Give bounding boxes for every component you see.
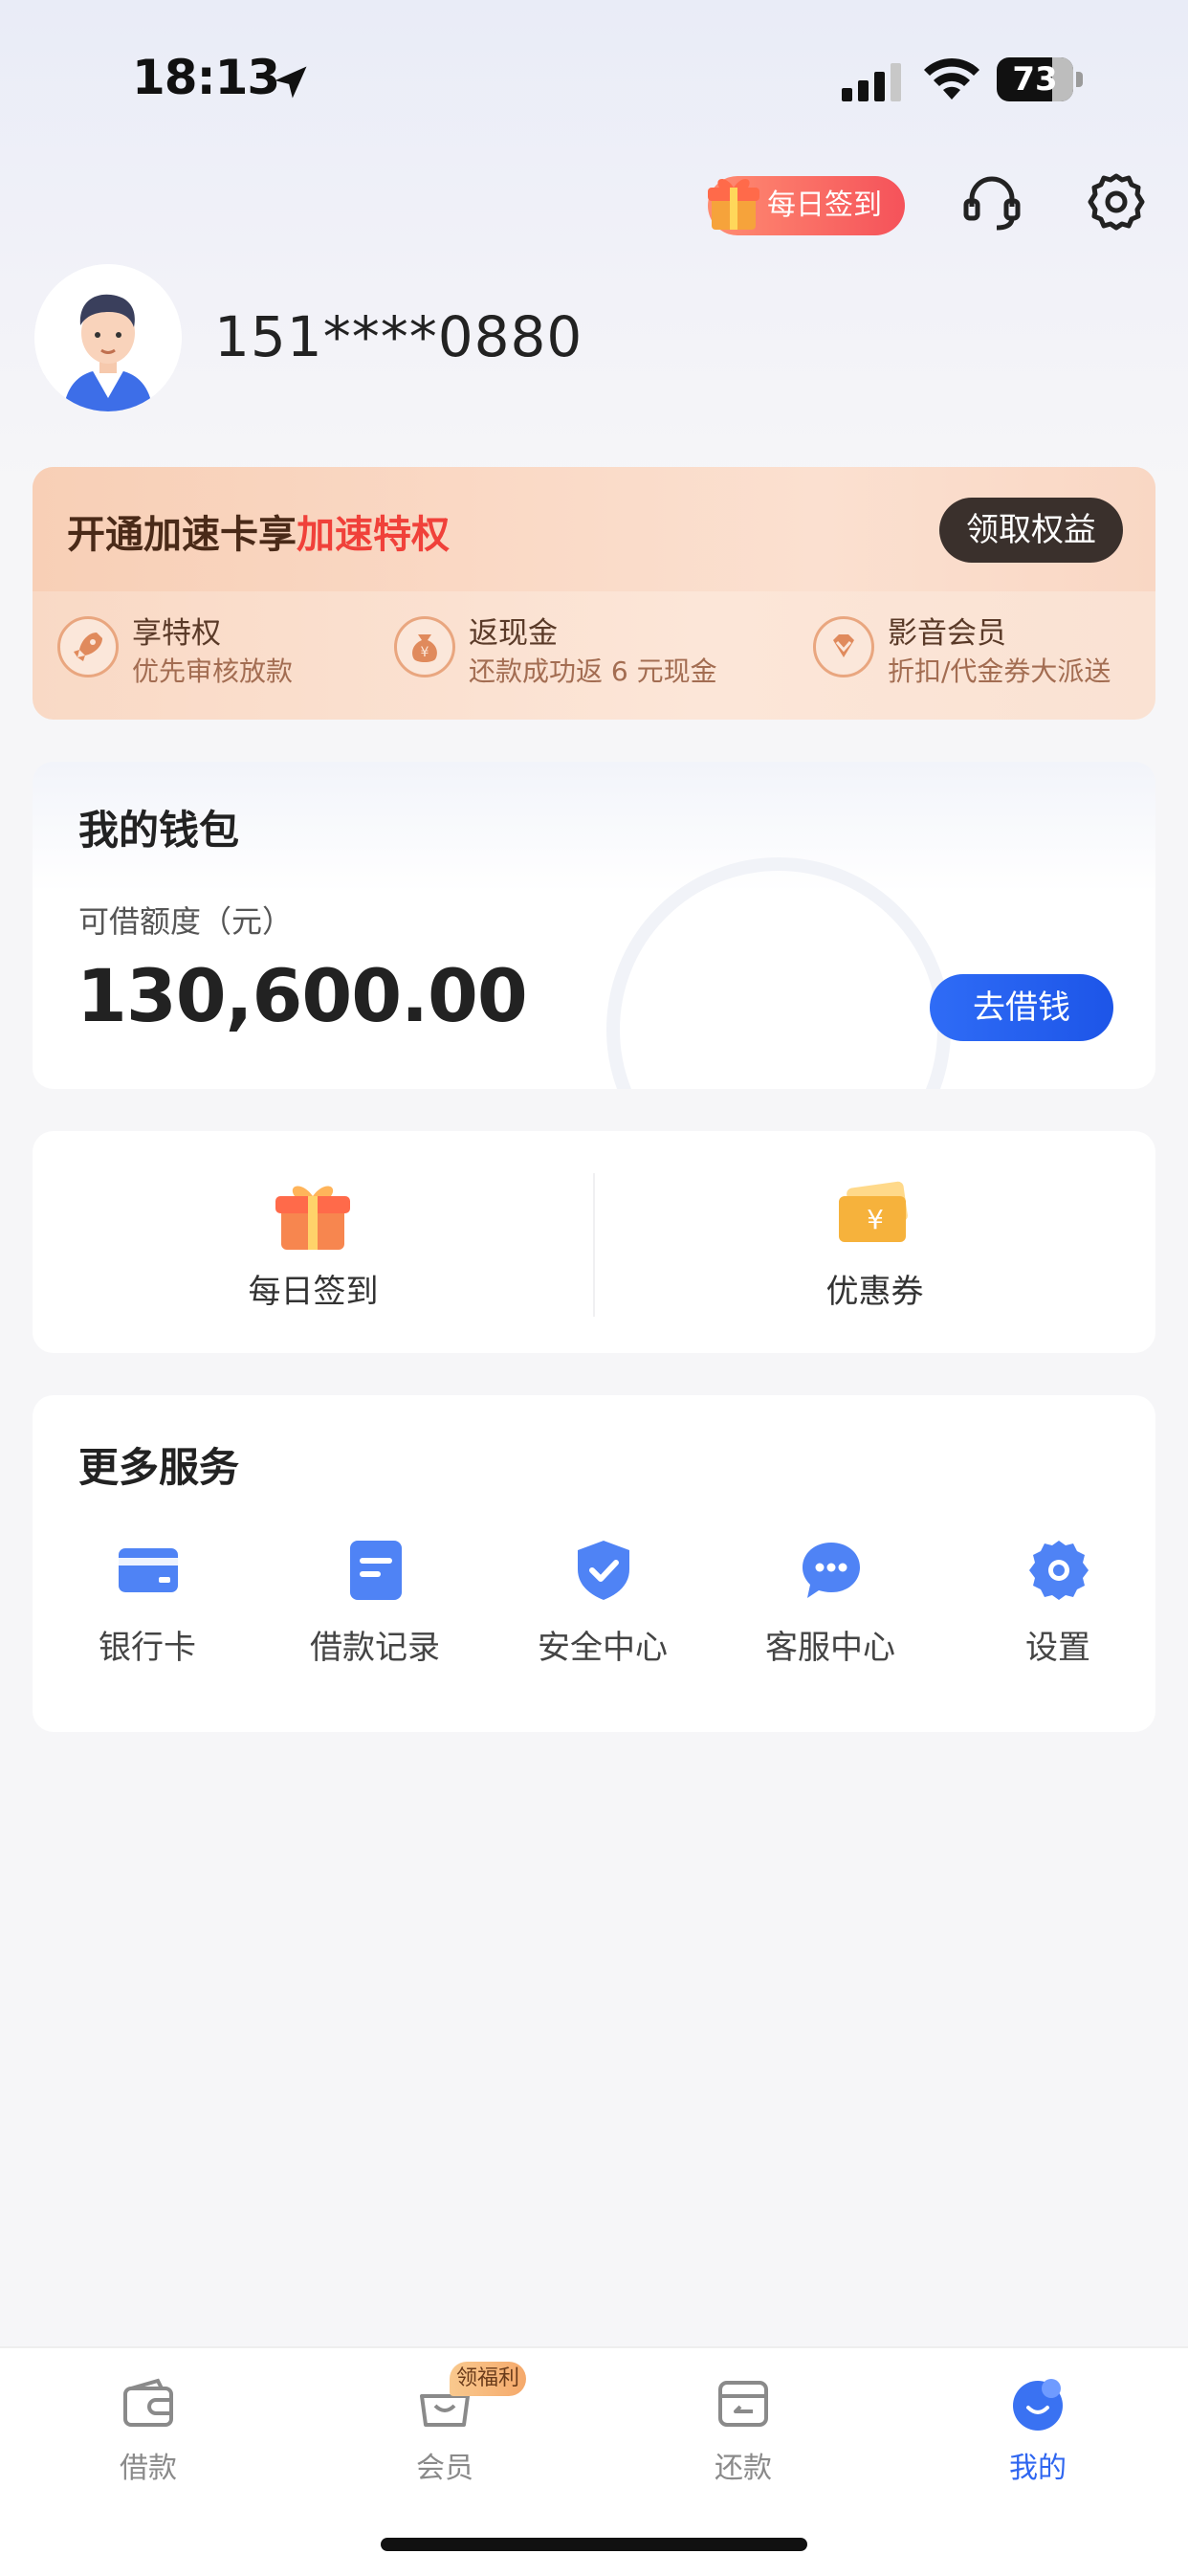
service-label: 安全中心 xyxy=(538,1629,668,1667)
repay-icon xyxy=(718,2381,768,2427)
claim-benefits-button[interactable]: 领取权益 xyxy=(939,498,1123,563)
gear-icon[interactable] xyxy=(1085,170,1148,233)
gift-box-icon xyxy=(275,1186,350,1250)
service-label: 客服中心 xyxy=(765,1629,895,1667)
coupon-entry[interactable]: ¥ 优惠券 xyxy=(594,1131,1155,1353)
service-security-center[interactable]: 安全中心 xyxy=(490,1539,715,1682)
speed-card-banner[interactable]: 开通加速卡享加速特权 领取权益 享特权 优先审核放款 ¥ 返现金 还款成功返 6… xyxy=(33,467,1155,720)
svg-text:¥: ¥ xyxy=(867,1204,884,1235)
wallet-icon xyxy=(123,2378,173,2427)
wallet-title: 我的钱包 xyxy=(78,807,240,854)
service-loan-records[interactable]: 借款记录 xyxy=(262,1539,488,1682)
battery-level: 73 xyxy=(1012,60,1058,99)
bank-card-icon xyxy=(119,1548,178,1592)
welfare-badge: 领福利 xyxy=(450,2362,526,2396)
vip-benefit-name: 享特权 xyxy=(132,616,221,651)
credit-limit-amount: 130,600.00 xyxy=(77,953,528,1038)
coupon-label: 优惠券 xyxy=(825,1273,924,1311)
record-icon xyxy=(350,1541,402,1600)
service-bank-card[interactable]: 银行卡 xyxy=(34,1539,260,1682)
tab-label: 还款 xyxy=(715,2452,772,2485)
headset-icon[interactable] xyxy=(960,170,1023,233)
borrow-button[interactable]: 去借钱 xyxy=(930,974,1113,1041)
coupon-icon: ¥ xyxy=(839,1181,908,1242)
diamond-icon xyxy=(813,616,874,677)
wallet-decoration xyxy=(606,857,951,1089)
user-phone-number: 151****0880 xyxy=(214,304,583,369)
service-customer-center[interactable]: 客服中心 xyxy=(717,1539,943,1682)
battery-indicator: 73 xyxy=(997,57,1083,101)
more-services-card: 更多服务 银行卡 借款记录 安全中心 客服中心 设置 xyxy=(33,1395,1155,1732)
credit-limit-label: 可借额度（元） xyxy=(78,903,294,940)
money-bag-icon: ¥ xyxy=(394,616,455,677)
service-label: 借款记录 xyxy=(310,1629,440,1667)
vip-benefit-name: 影音会员 xyxy=(888,616,1006,651)
tab-label: 我的 xyxy=(1009,2452,1067,2485)
svg-text:¥: ¥ xyxy=(421,645,429,660)
service-label: 银行卡 xyxy=(99,1629,196,1667)
vip-title-highlight: 加速特权 xyxy=(297,513,450,557)
status-time: 18:13 xyxy=(132,50,280,105)
services-title: 更多服务 xyxy=(78,1444,240,1491)
avatar[interactable] xyxy=(34,264,182,411)
service-label: 设置 xyxy=(1025,1629,1090,1667)
location-arrow-icon xyxy=(275,66,307,99)
rocket-icon xyxy=(57,616,119,677)
tab-label: 会员 xyxy=(416,2452,473,2485)
vip-title-prefix: 开通加速卡享 xyxy=(67,513,297,557)
vip-benefit-desc: 折扣/代金券大派送 xyxy=(888,655,1111,687)
gift-icon xyxy=(708,178,759,230)
tab-label: 借款 xyxy=(120,2452,177,2485)
quick-actions-card: 每日签到 ¥ 优惠券 xyxy=(33,1131,1155,1353)
service-settings[interactable]: 设置 xyxy=(945,1539,1171,1682)
profile-icon xyxy=(1013,2379,1063,2431)
tab-repay[interactable]: 还款 xyxy=(671,2375,815,2490)
wifi-icon xyxy=(924,57,979,100)
daily-checkin-label: 每日签到 xyxy=(248,1273,379,1311)
tab-mine[interactable]: 我的 xyxy=(966,2375,1110,2490)
wallet-card: 我的钱包 可借额度（元） 130,600.00 去借钱 xyxy=(33,762,1155,1089)
home-indicator xyxy=(381,2538,807,2551)
vip-benefit-desc: 还款成功返 6 元现金 xyxy=(469,655,717,687)
vip-title: 开通加速卡享加速特权 xyxy=(67,503,450,559)
daily-checkin-entry[interactable]: 每日签到 xyxy=(33,1131,594,1353)
tab-borrow[interactable]: 借款 xyxy=(77,2375,220,2490)
vip-benefit-name: 返现金 xyxy=(469,616,558,651)
vip-benefit-desc: 优先审核放款 xyxy=(132,655,294,687)
cellular-signal-icon xyxy=(842,63,901,101)
chat-icon xyxy=(803,1543,860,1598)
settings-icon xyxy=(1029,1541,1089,1600)
shield-icon xyxy=(578,1541,629,1600)
